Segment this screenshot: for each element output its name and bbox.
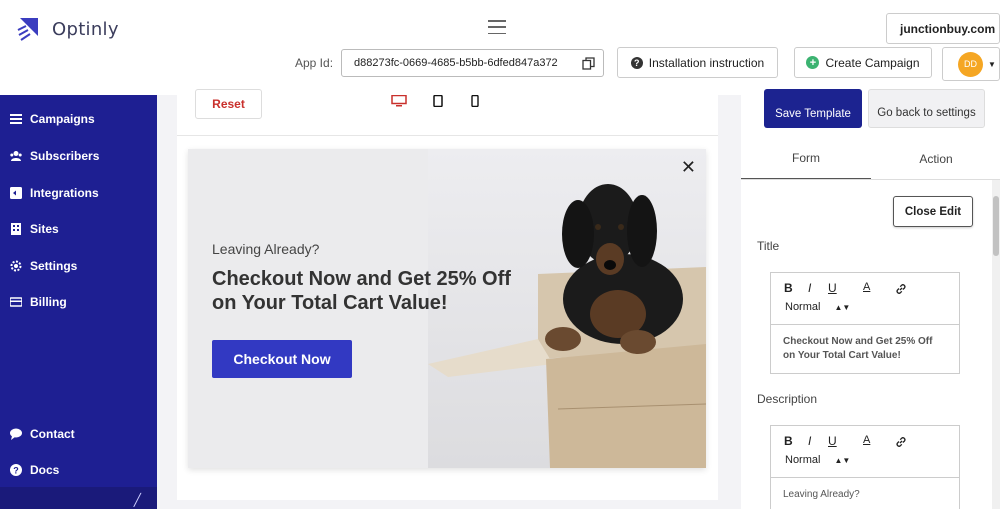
sidebar-item-label: Integrations (30, 186, 99, 200)
installation-instruction-button[interactable]: ? Installation instruction (617, 47, 778, 78)
svg-text:?: ? (13, 466, 19, 476)
sidebar-item-subscribers[interactable]: Subscribers (10, 149, 99, 163)
desktop-icon[interactable] (391, 95, 407, 107)
sidebar-item-campaigns[interactable]: Campaigns (10, 112, 95, 126)
gear-icon (10, 260, 22, 272)
go-back-to-settings-button[interactable]: Go back to settings (868, 89, 985, 128)
rte-toolbar: B I U A Normal ▲▼ (771, 273, 959, 325)
italic-button[interactable]: I (808, 434, 811, 448)
select-arrows-icon: ▲▼ (834, 456, 851, 465)
checkout-now-button[interactable]: Checkout Now (212, 340, 352, 378)
title-editor-content[interactable]: Checkout Now and Get 25% Off on Your Tot… (771, 325, 959, 373)
description-editor-content[interactable]: Leaving Already? (771, 478, 959, 509)
create-campaign-label: Create Campaign (825, 55, 920, 70)
chevron-down-icon: ▼ (988, 59, 996, 69)
card-icon (10, 297, 22, 307)
title-editor[interactable]: B I U A Normal ▲▼ Checkout Now and Get 25… (770, 272, 960, 374)
scrollbar-thumb[interactable] (993, 196, 999, 256)
text-color-button[interactable]: A (863, 434, 870, 446)
list-icon (10, 114, 22, 124)
tablet-icon[interactable] (433, 95, 443, 107)
popup-title[interactable]: Checkout Now and Get 25% Off on Your Tot… (212, 267, 532, 315)
avatar: DD (958, 51, 983, 77)
installation-instruction-label: Installation instruction (648, 55, 765, 70)
close-edit-button[interactable]: Close Edit (893, 196, 973, 227)
sites-icon (11, 223, 21, 235)
description-label: Description (757, 392, 818, 406)
menu-icon[interactable] (488, 20, 506, 34)
create-campaign-button[interactable]: + Create Campaign (794, 47, 932, 78)
format-select-value: Normal (785, 454, 821, 466)
sidebar-item-label: Sites (30, 222, 59, 236)
popup-subtitle[interactable]: Leaving Already? (212, 241, 319, 257)
text-color-button[interactable]: A (863, 281, 870, 293)
app-id-field[interactable]: d88273fc-0669-4685-b5bb-6dfed847a372 (341, 49, 604, 77)
link-icon[interactable] (895, 283, 907, 295)
plus-icon: + (806, 56, 820, 69)
reset-button[interactable]: Reset (195, 89, 262, 119)
sidebar-item-settings[interactable]: Settings (10, 259, 77, 273)
app-name: Optinly (52, 18, 119, 40)
sidebar-item-contact[interactable]: Contact (10, 427, 75, 441)
sidebar-item-label: Campaigns (30, 112, 95, 126)
site-selector[interactable]: junctionbuy.com ▼ (886, 13, 1000, 44)
editor-toolbar: Reset (177, 89, 718, 136)
panel-scrollbar[interactable] (992, 180, 1000, 509)
form-panel: Close Edit Title B I U A Normal ▲▼ Checko… (741, 180, 992, 509)
bold-button[interactable]: B (784, 281, 793, 295)
save-template-button[interactable]: Save Template (764, 89, 862, 128)
sidebar-item-label: Billing (30, 295, 67, 309)
sidebar-item-billing[interactable]: Billing (10, 295, 67, 309)
description-editor[interactable]: B I U A Normal ▲▼ Leaving Already? (770, 425, 960, 509)
popup-close-icon[interactable]: ✕ (681, 157, 696, 178)
underline-button[interactable]: U (828, 281, 837, 295)
underline-button[interactable]: U (828, 434, 837, 448)
rte-toolbar: B I U A Normal ▲▼ (771, 426, 959, 478)
top-bar: Optinly junctionbuy.com ▼ App Id: d88273… (0, 0, 1000, 95)
bold-button[interactable]: B (784, 434, 793, 448)
tab-form[interactable]: Form (741, 137, 871, 180)
template-editor: Reset ✕ Leaving Already? Checkout Now an… (177, 89, 718, 500)
sidebar-item-label: Docs (30, 463, 60, 477)
chat-icon (10, 428, 22, 440)
format-select-value: Normal (785, 301, 821, 313)
select-arrows-icon: ▲▼ (834, 303, 851, 312)
sidebar: Campaigns Subscribers Integrations Sites… (0, 95, 157, 509)
app-id-value: d88273fc-0669-4685-b5bb-6dfed847a372 (354, 57, 558, 69)
sidebar-item-sites[interactable]: Sites (10, 222, 59, 236)
sidebar-item-label: Settings (30, 259, 78, 273)
link-icon[interactable] (895, 436, 907, 448)
sidebar-item-docs[interactable]: ? Docs (10, 463, 59, 477)
sidebar-item-label: Contact (30, 427, 75, 441)
exit-intent-popup: ✕ Leaving Already? Checkout Now and Get … (188, 149, 706, 468)
user-menu[interactable]: DD ▼ (942, 47, 1000, 81)
sidebar-item-label: Subscribers (30, 149, 100, 163)
format-select[interactable]: Normal ▲▼ (785, 301, 850, 313)
format-select[interactable]: Normal ▲▼ (785, 454, 850, 466)
tab-action[interactable]: Action (871, 137, 1000, 180)
copy-icon[interactable] (582, 57, 595, 70)
mobile-icon[interactable] (471, 95, 479, 107)
collapse-icon[interactable]: ╱ (134, 493, 141, 507)
sidebar-footer: ╱ (0, 487, 157, 509)
optinly-logo-icon (17, 18, 38, 41)
settings-panel: Save Template Go back to settings Form A… (741, 89, 1000, 509)
logo[interactable]: Optinly (16, 16, 119, 42)
integrations-icon (10, 187, 22, 199)
question-icon: ? (630, 56, 643, 69)
title-label: Title (757, 239, 780, 253)
site-selector-value: junctionbuy.com (900, 21, 996, 36)
sidebar-item-integrations[interactable]: Integrations (10, 186, 99, 200)
italic-button[interactable]: I (808, 281, 811, 295)
help-icon: ? (10, 464, 22, 476)
app-id-label: App Id: (295, 56, 334, 70)
users-icon (10, 151, 22, 161)
